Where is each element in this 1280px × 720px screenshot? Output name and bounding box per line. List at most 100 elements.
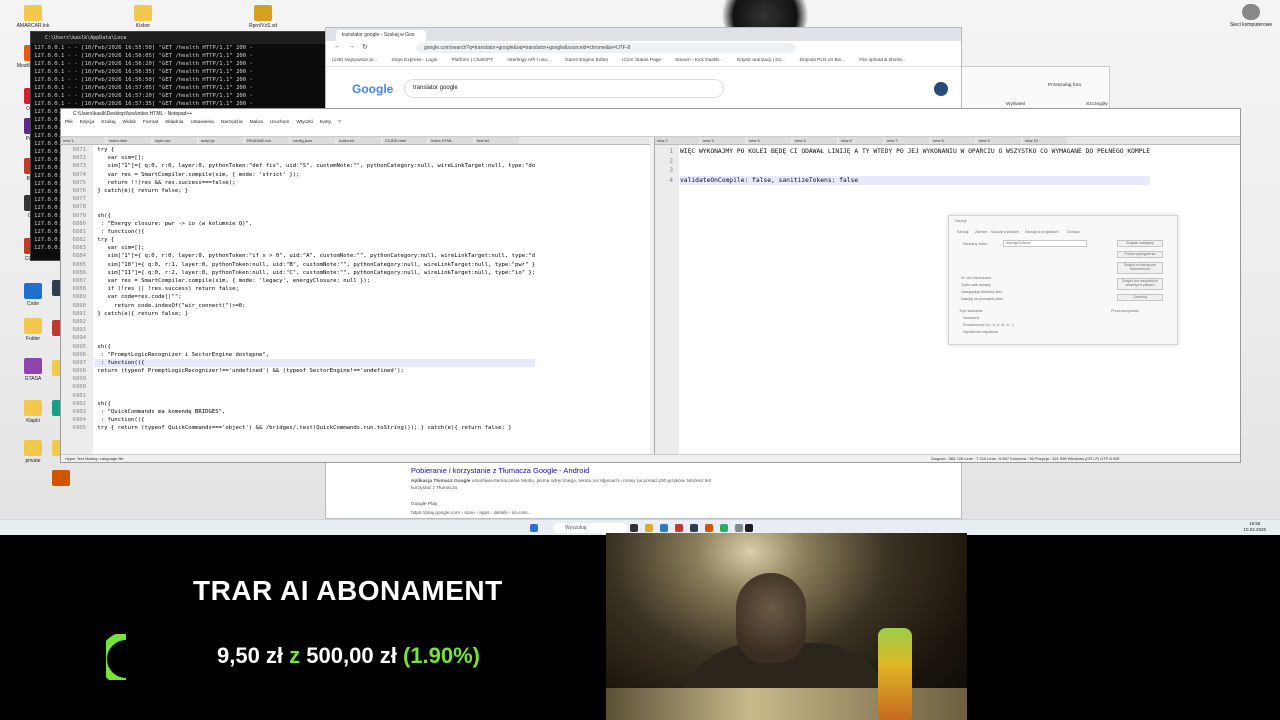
code-line[interactable]: 6891 } catch(e){ return false; } xyxy=(73,310,535,318)
mode-0[interactable]: Normalny xyxy=(963,316,979,320)
code-line[interactable]: 6872 var sim=[]; xyxy=(73,154,535,162)
option-2[interactable]: Uwzględnij wielkość liter xyxy=(961,290,1002,294)
find-forum-label[interactable]: Przeszukaj fora xyxy=(1048,83,1081,88)
find-dialog[interactable]: Szukaj Szukaj Zamień Szukaj w plikach Sz… xyxy=(948,215,1178,345)
desktop-icon-network[interactable]: Sieci komputerowe xyxy=(1226,4,1276,28)
bookmark-item[interactable]: Strpe Express - Login xyxy=(391,58,437,63)
desktop-icon[interactable]: AMARCAR.lnk xyxy=(8,5,58,29)
details-label[interactable]: Szczegóły xyxy=(1086,102,1108,107)
editor-tab[interactable]: CCIDE.html xyxy=(383,137,427,144)
menu-item[interactable]: Widok xyxy=(123,120,136,125)
option-3[interactable]: Zawijaj na początek pliku xyxy=(961,297,1003,301)
editor-tab[interactable]: script.js xyxy=(199,137,243,144)
mode-1[interactable]: Rozszerzony (\n, \r, \t, \0, \x...) xyxy=(963,323,1014,327)
code-line[interactable]: 6905 try { return (typeof QuickCommands=… xyxy=(73,424,535,432)
code-line[interactable]: 4 validateOnCompile: false, sanitizeToken… xyxy=(669,175,1151,185)
find-tab-2[interactable]: Szukaj w plikach xyxy=(991,230,1019,234)
code-line[interactable]: 6896 : "PromptLogicRecognizer i SectorEn… xyxy=(73,351,535,359)
editor-tab[interactable]: index.HTML xyxy=(429,137,473,144)
bookmark-item[interactable]: Stream - Kick Dashb... xyxy=(675,58,723,63)
code-line[interactable]: 6894 xyxy=(73,334,535,342)
editor-tab[interactable]: new 4 xyxy=(747,137,791,144)
code-line[interactable]: 6873 sim["1"]={ q:0, r:0, layer:0, pytho… xyxy=(73,162,536,170)
editor-tab[interactable]: README.md xyxy=(245,137,289,144)
editor-tab[interactable]: new 2 xyxy=(655,137,699,144)
address-bar[interactable]: google.com/search?q=translator+google&oq… xyxy=(416,43,796,53)
bookmark-item[interactable]: Game Engine Editor xyxy=(565,58,608,63)
forward-icon[interactable]: → xyxy=(348,43,355,50)
menu-item[interactable]: Format xyxy=(143,120,158,125)
bookmark-item[interactable]: ICCK Status Page xyxy=(622,58,661,63)
editor-tab[interactable]: new 9 xyxy=(977,137,1021,144)
code-line[interactable]: 6884 sim["1"]={ q:0, r:0, layer:0, pytho… xyxy=(73,252,536,260)
find-tab-0[interactable]: Szukaj xyxy=(957,230,968,234)
notepad-icon[interactable] xyxy=(720,524,728,532)
editor-tab[interactable]: index.html xyxy=(107,137,151,144)
find-in-all-button[interactable]: Znajdź we wszystkich otwartych plikach xyxy=(1117,278,1163,290)
result-title[interactable]: Pobieranie i korzystanie z Tłumacza Goog… xyxy=(411,466,731,475)
bookmark-item[interactable]: Platform | ChatGPT xyxy=(451,58,493,63)
menu-item[interactable]: ? xyxy=(338,120,341,125)
avatar[interactable] xyxy=(934,82,948,96)
editor-tab[interactable]: new 8 xyxy=(931,137,975,144)
code-right[interactable]: 1 WIĘC WYKONAJMY PO KOLEI BĘDĘ CI ODAWAŁ … xyxy=(669,147,1151,185)
browser-tab[interactable]: translator google - Szukaj w Goo xyxy=(336,30,426,41)
code-line[interactable]: 6885 sim["10"]={ q:0, r:1, layer:0, pyth… xyxy=(73,261,536,269)
menu-item[interactable]: Karty xyxy=(320,120,331,125)
code-line[interactable]: 3 xyxy=(669,166,1150,176)
transparency-label[interactable]: Przeźroczystość xyxy=(1111,309,1139,313)
editor-pane-left[interactable]: new 1 index.html style.css script.js README.… xyxy=(61,137,650,455)
editor-tab[interactable]: style.css xyxy=(153,137,197,144)
background-window[interactable]: Przeszukaj fora Wyświetl Szczegóły xyxy=(955,66,1110,111)
option-0[interactable]: W obu kierunkach xyxy=(961,276,991,280)
code-line[interactable]: 6889 var code=res.code||""; xyxy=(73,293,535,301)
back-icon[interactable]: ← xyxy=(334,43,341,50)
find-tab-4[interactable]: Oznacz xyxy=(1067,230,1080,234)
brave-icon[interactable] xyxy=(705,524,713,532)
menu-item[interactable]: Uruchom xyxy=(270,120,289,125)
bookmark-item[interactable]: Deposit PLN on Bin... xyxy=(800,58,846,63)
code-line[interactable]: 6901 xyxy=(73,392,535,400)
code-line[interactable]: 6882 try { xyxy=(73,236,535,244)
code-line[interactable]: 6890 return code.indexOf("wir_connect(")… xyxy=(73,302,535,310)
edge-icon[interactable] xyxy=(660,524,668,532)
code-line[interactable]: 6881 : function(){ xyxy=(73,228,535,236)
code-line[interactable]: 6878 xyxy=(73,203,535,211)
start-icon[interactable] xyxy=(530,524,538,532)
code-line[interactable]: 6887 var res = SmartCompiler.compile(sim… xyxy=(73,277,535,285)
bookmark-item[interactable]: (148) Najnowsze pr... xyxy=(332,58,377,63)
desktop-icon[interactable]: Kisbor xyxy=(118,5,168,29)
editor-tab[interactable]: new 3 xyxy=(701,137,745,144)
close-button[interactable]: Zamknij xyxy=(1117,294,1163,301)
editor-tab[interactable]: new 7 xyxy=(885,137,929,144)
menu-item[interactable]: Szukaj xyxy=(101,120,115,125)
code-line[interactable]: 1 WIĘC WYKONAJMY PO KOLEI BĘDĘ CI ODAWAŁ … xyxy=(669,147,1150,157)
explorer-icon[interactable] xyxy=(645,524,653,532)
menu-item[interactable]: Ustawienia xyxy=(190,120,213,125)
editor-tab[interactable]: new 6 xyxy=(839,137,883,144)
code-line[interactable]: 6883 var sim=[]; xyxy=(73,244,535,252)
code-line[interactable]: 6892 xyxy=(73,318,535,326)
result-source[interactable]: Google Play xyxy=(411,502,731,507)
find-tab-3[interactable]: Szukaj w projektach xyxy=(1025,230,1059,234)
code-line[interactable]: 6898 return (typeof PromptLogicRecognize… xyxy=(73,367,535,375)
menu-item[interactable]: Edycja xyxy=(80,120,94,125)
option-1[interactable]: Tylko całe wyrazy xyxy=(961,283,991,287)
find-next-button[interactable]: Znajdź następny xyxy=(1117,240,1163,247)
editor-tab[interactable]: test.txt xyxy=(475,137,519,144)
taskview-icon[interactable] xyxy=(630,524,638,532)
code-line[interactable]: 6888 if (!res || !res.success) return fa… xyxy=(73,285,535,293)
taskbar-clock[interactable]: 16:58 10.02.2026 xyxy=(1243,521,1266,533)
code-line[interactable]: 6874 var res = SmartCompiler.compile(sim… xyxy=(73,171,535,179)
reload-icon[interactable]: ↻ xyxy=(362,43,368,51)
menu-item[interactable]: Wtyczki xyxy=(296,120,313,125)
code-line[interactable]: 6902 sh({ xyxy=(73,400,535,408)
desktop-icon[interactable]: Rpro/VzS.vd xyxy=(238,5,288,29)
bookmark-item[interactable]: Edytor aranżacji | Do... xyxy=(737,58,785,63)
code-line[interactable]: 6879 sh({ xyxy=(73,212,535,220)
app-icon[interactable] xyxy=(735,524,743,532)
code-line[interactable]: 2 xyxy=(669,157,1150,167)
code-line[interactable]: 6895 sh({ xyxy=(73,343,535,351)
menu-item[interactable]: Plik xyxy=(65,120,73,125)
chrome-icon[interactable] xyxy=(675,524,683,532)
